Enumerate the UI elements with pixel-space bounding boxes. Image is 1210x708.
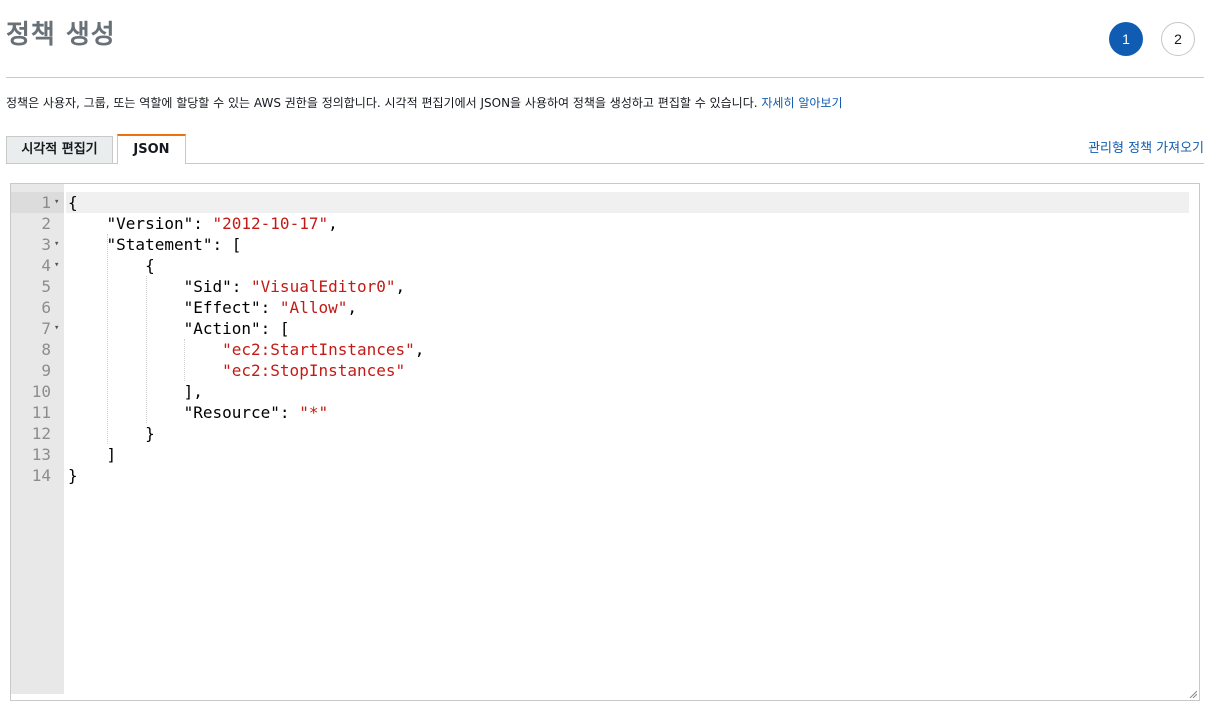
tab-divider: [186, 163, 1204, 164]
page-title: 정책 생성: [6, 20, 116, 50]
description: 정책은 사용자, 그룹, 또는 역할에 할당할 수 있는 AWS 권한을 정의합…: [6, 94, 843, 111]
json-token: "Effect":: [183, 298, 280, 317]
code-line[interactable]: {: [68, 192, 78, 213]
line-number: 2: [41, 214, 51, 233]
header-divider: [6, 77, 1204, 78]
indent-guide: [146, 276, 147, 423]
wizard-step-2[interactable]: 2: [1161, 22, 1195, 56]
code-line[interactable]: }: [68, 465, 78, 486]
line-number: 12: [31, 424, 51, 443]
line-number: 13: [31, 445, 51, 464]
json-string: "Allow": [279, 298, 348, 317]
code-line[interactable]: "Action": [: [68, 318, 290, 339]
line-number: 3: [41, 235, 51, 254]
line-number: 11: [31, 403, 51, 422]
line-number: 7: [41, 319, 51, 338]
json-string: "2012-10-17": [212, 214, 329, 233]
json-token: ,: [347, 298, 357, 317]
code-line[interactable]: "ec2:StartInstances",: [68, 339, 424, 360]
json-token: "Version":: [106, 214, 213, 233]
code-line[interactable]: ],: [68, 381, 203, 402]
json-string: "VisualEditor0": [251, 277, 396, 296]
code-line[interactable]: "Effect": "Allow",: [68, 297, 357, 318]
json-token: ]: [106, 445, 117, 464]
json-token: {: [68, 193, 78, 212]
fold-arrow-icon[interactable]: ▾: [54, 234, 59, 255]
json-string: "ec2:StopInstances": [222, 361, 406, 380]
json-token: "Action": [: [183, 319, 290, 338]
code-line[interactable]: "Sid": "VisualEditor0",: [68, 276, 406, 297]
json-token: ,: [328, 214, 338, 233]
line-number: 8: [41, 340, 51, 359]
code-line[interactable]: }: [68, 423, 155, 444]
json-token: "Resource":: [183, 403, 300, 422]
line-number: 1: [41, 193, 51, 212]
line-number: 9: [41, 361, 51, 380]
line-number: 4: [41, 256, 51, 275]
indent-guide: [107, 234, 108, 444]
line-number: 6: [41, 298, 51, 317]
fold-arrow-icon[interactable]: ▾: [54, 318, 59, 339]
line-number: 5: [41, 277, 51, 296]
code-line[interactable]: "Version": "2012-10-17",: [68, 213, 338, 234]
json-token: ,: [395, 277, 406, 296]
code-line[interactable]: "Statement": [: [68, 234, 242, 255]
import-managed-policy-link[interactable]: 관리형 정책 가져오기: [1088, 137, 1204, 156]
indent-guide: [184, 339, 185, 381]
description-text: 정책은 사용자, 그룹, 또는 역할에 할당할 수 있는 AWS 권한을 정의합…: [6, 96, 758, 110]
learn-more-link[interactable]: 자세히 알아보기: [761, 96, 842, 110]
code-line[interactable]: "ec2:StopInstances": [68, 360, 405, 381]
code-line[interactable]: {: [68, 255, 155, 276]
wizard-step-1[interactable]: 1: [1109, 22, 1143, 56]
json-token: ],: [183, 382, 203, 401]
json-token: {: [145, 256, 155, 275]
json-token: }: [68, 466, 78, 485]
json-token: }: [145, 424, 155, 443]
tab-json[interactable]: JSON: [117, 134, 186, 164]
fold-arrow-icon[interactable]: ▾: [54, 255, 59, 276]
tab-visual-editor[interactable]: 시각적 편집기: [6, 136, 113, 164]
json-token: "Statement": [: [106, 235, 242, 254]
json-editor[interactable]: 1 ▾ 2 3 ▾ 4 ▾ 5 6 7 ▾ 8 9 10 11 12 13 14 { "Version": "20…: [10, 183, 1200, 701]
fold-arrow-icon[interactable]: ▾: [54, 192, 59, 213]
line-number: 14: [31, 466, 51, 485]
line-number: 10: [31, 382, 51, 401]
json-string: "ec2:StartInstances": [222, 340, 415, 359]
tab-divider-left: [6, 163, 117, 164]
json-string: "*": [299, 403, 329, 422]
json-token: "Sid":: [183, 277, 252, 296]
code-line[interactable]: ]: [68, 444, 117, 465]
active-line-highlight: [66, 192, 1189, 213]
json-token: ,: [414, 340, 425, 359]
resize-handle-icon[interactable]: [1189, 690, 1197, 698]
